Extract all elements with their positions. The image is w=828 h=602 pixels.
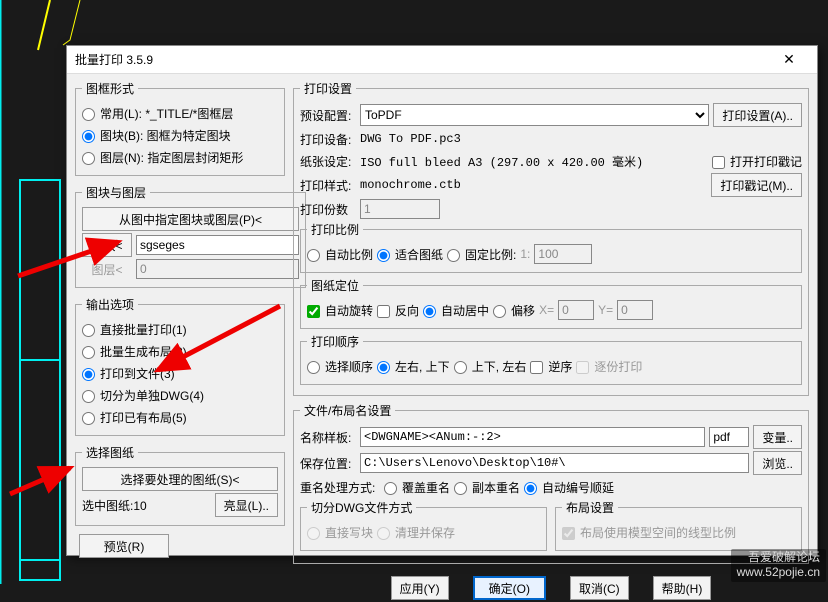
copy-rename-radio[interactable]: 副本重名 bbox=[454, 479, 520, 496]
opt-normal[interactable]: 常用(L): *_TITLE/*图框层 bbox=[82, 105, 233, 122]
close-icon[interactable]: ✕ bbox=[769, 51, 809, 68]
frame-style-group: 图框形式 常用(L): *_TITLE/*图框层 图块(B): 图框为特定图块 … bbox=[75, 80, 285, 176]
style-value: monochrome.ctb bbox=[360, 178, 707, 192]
order-udlr[interactable]: 上下, 左右 bbox=[454, 358, 527, 375]
copies-label: 打印份数 bbox=[300, 201, 356, 218]
save-path-input[interactable] bbox=[360, 453, 749, 473]
y-label: Y= bbox=[598, 303, 613, 317]
legend: 文件/布局名设置 bbox=[300, 402, 395, 419]
layout-group: 布局设置 布局使用模型空间的线型比例 bbox=[555, 499, 802, 551]
template-input[interactable] bbox=[360, 427, 705, 447]
pick-from-drawing-button[interactable]: 从图中指定图块或图层(P)< bbox=[82, 207, 299, 231]
position-group: 图纸定位 自动旋转 反向 自动居中 偏移 X= Y= bbox=[300, 277, 802, 329]
legend: 打印比例 bbox=[307, 221, 363, 238]
x-label: X= bbox=[539, 303, 554, 317]
paper-value: ISO full bleed A3 (297.00 x 420.00 毫米) bbox=[360, 153, 708, 170]
scale-fit[interactable]: 适合图纸 bbox=[377, 246, 443, 263]
rename-label: 重名处理方式: bbox=[300, 479, 380, 496]
split-clean: 清理并保存 bbox=[377, 524, 455, 541]
device-value: DWG To PDF.pc3 bbox=[360, 132, 802, 146]
reverse-check[interactable]: 反向 bbox=[377, 302, 419, 319]
order-group: 打印顺序 选择顺序 左右, 上下 上下, 左右 逆序 逐份打印 bbox=[300, 333, 802, 385]
opt-exist-layout[interactable]: 打印已有布局(5) bbox=[82, 409, 187, 426]
browse-button[interactable]: 浏览.. bbox=[753, 451, 802, 475]
ext-input[interactable] bbox=[709, 427, 749, 447]
auto-rotate-check[interactable]: 自动旋转 bbox=[307, 302, 373, 319]
save-label: 保存位置: bbox=[300, 455, 356, 472]
opt-direct-print[interactable]: 直接批量打印(1) bbox=[82, 321, 187, 338]
offset-radio[interactable]: 偏移 bbox=[493, 302, 535, 319]
select-paper-group: 选择图纸 选择要处理的图纸(S)< 选中图纸:10 亮显(L).. bbox=[75, 444, 285, 526]
preview-button[interactable]: 预览(R) bbox=[79, 534, 169, 558]
stamp-button[interactable]: 打印戳记(M).. bbox=[711, 173, 802, 197]
scale-auto[interactable]: 自动比例 bbox=[307, 246, 373, 263]
highlight-button[interactable]: 亮显(L).. bbox=[215, 493, 278, 517]
preset-label: 预设配置: bbox=[300, 107, 356, 124]
ratio-label: 1: bbox=[520, 247, 530, 261]
legend: 打印顺序 bbox=[307, 333, 363, 350]
print-settings-button[interactable]: 打印设置(A).. bbox=[713, 103, 802, 127]
use-model-check: 布局使用模型空间的线型比例 bbox=[562, 524, 736, 541]
order-sel[interactable]: 选择顺序 bbox=[307, 358, 373, 375]
legend: 图块与图层 bbox=[82, 184, 150, 201]
style-label: 打印样式: bbox=[300, 177, 356, 194]
y-input bbox=[617, 300, 653, 320]
block-layer-group: 图块与图层 从图中指定图块或图层(P)< 图块< 图层< bbox=[75, 184, 306, 288]
legend: 图框形式 bbox=[82, 80, 138, 97]
naming-group: 文件/布局名设置 名称样板: 变量.. 保存位置: 浏览.. 重名处理方式: 覆… bbox=[293, 402, 809, 564]
apply-button[interactable]: 应用(Y) bbox=[391, 576, 449, 600]
batch-plot-dialog: 批量打印 3.5.9 ✕ 图框形式 常用(L): *_TITLE/*图框层 图块… bbox=[66, 45, 818, 556]
print-settings-group: 打印设置 预设配置: ToPDF 打印设置(A).. 打印设备: DWG To … bbox=[293, 80, 809, 396]
split-group: 切分DWG文件方式 直接写块 清理并保存 bbox=[300, 499, 547, 551]
tpl-label: 名称样板: bbox=[300, 429, 356, 446]
copies-input bbox=[360, 199, 440, 219]
open-stamp-check[interactable]: 打开打印戳记 bbox=[712, 153, 802, 170]
order-lrud[interactable]: 左右, 上下 bbox=[377, 358, 450, 375]
center-radio[interactable]: 自动居中 bbox=[423, 302, 489, 319]
block-button[interactable]: 图块< bbox=[82, 233, 132, 257]
legend: 输出选项 bbox=[82, 296, 138, 313]
help-button[interactable]: 帮助(H) bbox=[653, 576, 712, 600]
opt-block[interactable]: 图块(B): 图框为特定图块 bbox=[82, 127, 231, 144]
legend: 切分DWG文件方式 bbox=[307, 499, 416, 516]
layer-name-input bbox=[136, 259, 299, 279]
scale-fixed[interactable]: 固定比例: bbox=[447, 246, 516, 263]
titlebar: 批量打印 3.5.9 ✕ bbox=[67, 46, 817, 74]
order-rev-check[interactable]: 逆序 bbox=[530, 358, 572, 375]
paper-label: 纸张设定: bbox=[300, 153, 356, 170]
block-name-input[interactable] bbox=[136, 235, 299, 255]
selected-count: 选中图纸:10 bbox=[82, 497, 211, 514]
order-copy-check: 逐份打印 bbox=[576, 358, 642, 375]
ratio-input bbox=[534, 244, 592, 264]
preset-select[interactable]: ToPDF bbox=[360, 104, 709, 126]
split-direct: 直接写块 bbox=[307, 524, 373, 541]
opt-gen-layout[interactable]: 批量生成布局(2) bbox=[82, 343, 187, 360]
output-group: 输出选项 直接批量打印(1) 批量生成布局(2) 打印到文件(3) 切分为单独D… bbox=[75, 296, 285, 436]
ok-button[interactable]: 确定(O) bbox=[473, 576, 546, 600]
legend: 选择图纸 bbox=[82, 444, 138, 461]
overwrite-radio[interactable]: 覆盖重名 bbox=[384, 479, 450, 496]
auto-seq-radio[interactable]: 自动编号顺延 bbox=[524, 479, 614, 496]
watermark: 吾爱破解论坛 www.52pojie.cn bbox=[731, 549, 826, 582]
scale-group: 打印比例 自动比例 适合图纸 固定比例: 1: bbox=[300, 221, 802, 273]
device-label: 打印设备: bbox=[300, 131, 356, 148]
layer-label: 图层< bbox=[82, 261, 132, 278]
x-input bbox=[558, 300, 594, 320]
opt-layer[interactable]: 图层(N): 指定图层封闭矩形 bbox=[82, 149, 243, 166]
legend: 布局设置 bbox=[562, 499, 618, 516]
opt-split-dwg[interactable]: 切分为单独DWG(4) bbox=[82, 387, 204, 404]
opt-print-file[interactable]: 打印到文件(3) bbox=[82, 365, 175, 382]
cancel-button[interactable]: 取消(C) bbox=[570, 576, 629, 600]
window-title: 批量打印 3.5.9 bbox=[75, 51, 769, 68]
legend: 图纸定位 bbox=[307, 277, 363, 294]
variable-button[interactable]: 变量.. bbox=[753, 425, 802, 449]
legend: 打印设置 bbox=[300, 80, 356, 97]
select-drawings-button[interactable]: 选择要处理的图纸(S)< bbox=[82, 467, 278, 491]
